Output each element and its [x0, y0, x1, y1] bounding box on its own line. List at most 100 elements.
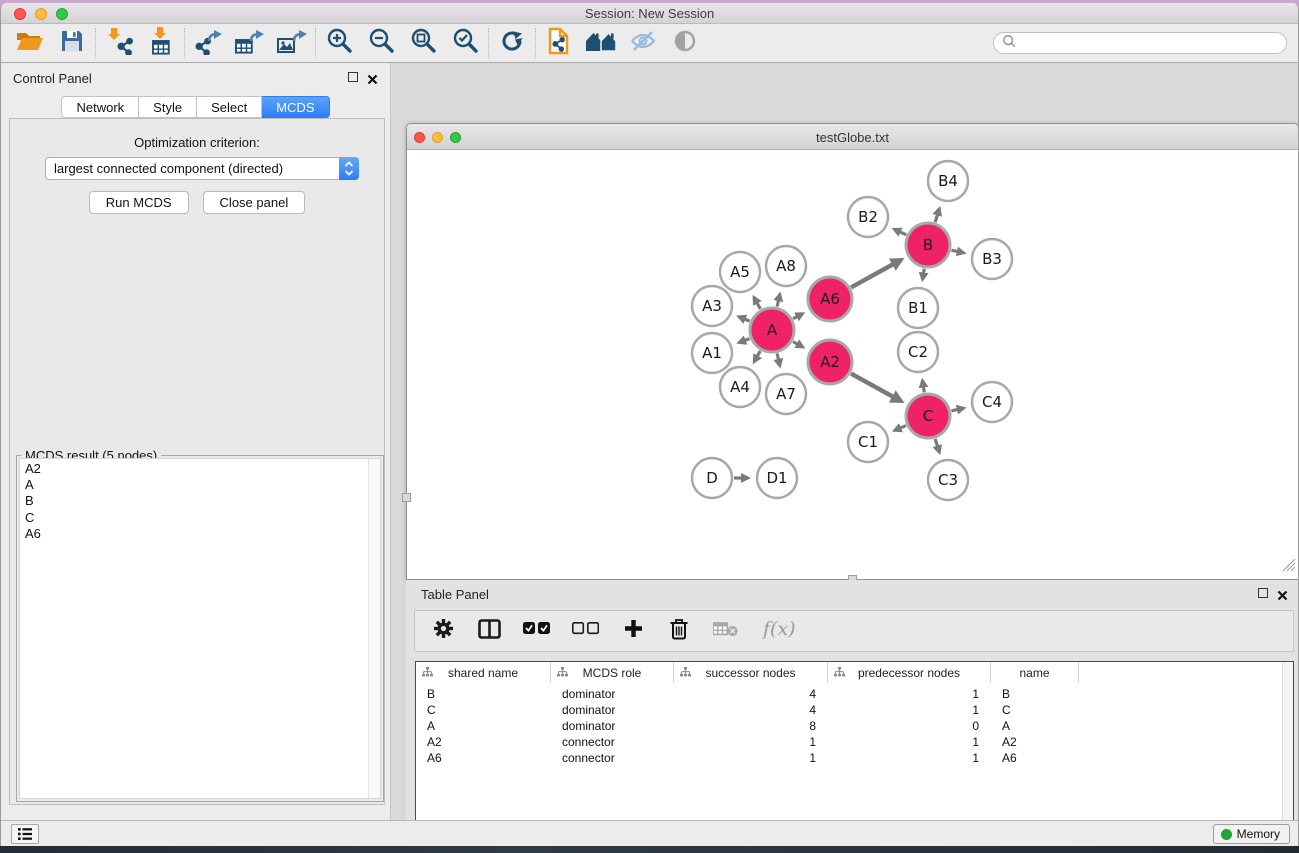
network-canvas[interactable]: B4B2BB3A5A8A6B1A3AA1C2A2A4A7C4CC1C3DD1: [407, 150, 1298, 579]
graph-edge-C-C3[interactable]: [935, 439, 939, 452]
mcds-result-item[interactable]: A: [20, 477, 380, 493]
close-panel-button[interactable]: Close panel: [203, 191, 306, 214]
graph-edge-C-C4[interactable]: [951, 408, 963, 411]
graph-edge-C-C1[interactable]: [895, 426, 906, 431]
graph-edge-A-A1[interactable]: [739, 339, 750, 343]
table-cell[interactable]: C: [427, 702, 550, 718]
memory-button[interactable]: Memory: [1213, 824, 1290, 844]
search-field[interactable]: [993, 32, 1287, 54]
column-header-MCDS-role[interactable]: MCDS role: [551, 662, 674, 683]
mcds-result-item[interactable]: A2: [20, 461, 380, 477]
table-cell[interactable]: A2: [1002, 734, 1078, 750]
graph-edge-A-A3[interactable]: [739, 317, 750, 321]
delete-column-button[interactable]: [667, 616, 691, 646]
graph-edge-A-A8[interactable]: [777, 294, 780, 306]
table-scrollbar[interactable]: [1282, 662, 1293, 846]
zoom-fit-button[interactable]: [402, 26, 444, 60]
graph-edge-C-C2[interactable]: [922, 381, 924, 393]
frame-left-handle[interactable]: [402, 493, 411, 502]
graph-edge-A-A2[interactable]: [793, 342, 803, 347]
zoom-in-button[interactable]: [318, 26, 360, 60]
close-panel-icon[interactable]: [367, 72, 378, 90]
first-neighbors-button[interactable]: [580, 26, 622, 60]
mcds-result-item[interactable]: A6: [20, 526, 380, 542]
table-cell[interactable]: 1: [674, 750, 816, 766]
export-table-icon: [235, 27, 265, 60]
export-network-button[interactable]: [187, 26, 229, 60]
add-column-button[interactable]: [621, 616, 645, 646]
table-cell[interactable]: 8: [674, 718, 816, 734]
table-cell[interactable]: A: [427, 718, 550, 734]
graph-edge-A-A5[interactable]: [754, 297, 760, 309]
tab-style[interactable]: Style: [139, 96, 197, 118]
hide-selected-button[interactable]: [622, 26, 664, 60]
tab-select[interactable]: Select: [197, 96, 262, 118]
export-image-button[interactable]: [271, 26, 313, 60]
table-cell[interactable]: 1: [828, 702, 979, 718]
table-close-panel-icon[interactable]: [1277, 588, 1288, 606]
save-session-button[interactable]: [51, 26, 93, 60]
graph-edge-A2-C[interactable]: [851, 374, 901, 401]
mcds-result-item[interactable]: C: [20, 510, 380, 526]
table-cell[interactable]: 4: [674, 686, 816, 702]
graph-edge-A-A4[interactable]: [754, 351, 760, 362]
graph-edge-A6-B[interactable]: [851, 260, 901, 287]
column-header-name[interactable]: name: [991, 662, 1079, 683]
float-panel-icon[interactable]: [348, 72, 358, 82]
open-file-button[interactable]: [9, 26, 51, 60]
export-image-icon: [277, 27, 307, 60]
show-all-button[interactable]: [664, 26, 706, 60]
graph-edge-B-B2[interactable]: [894, 229, 906, 235]
table-cell[interactable]: 4: [674, 702, 816, 718]
tab-mcds[interactable]: MCDS: [262, 96, 329, 118]
mcds-result-item[interactable]: B: [20, 493, 380, 509]
graph-edge-B-B1[interactable]: [923, 269, 925, 280]
select-all-button[interactable]: [523, 616, 550, 646]
column-header-shared-name[interactable]: shared name: [416, 662, 551, 683]
table-cell[interactable]: connector: [562, 734, 673, 750]
table-float-panel-icon[interactable]: [1258, 588, 1268, 598]
apply-layout-button[interactable]: [491, 26, 533, 60]
task-history-button[interactable]: [11, 824, 39, 844]
search-input[interactable]: [1016, 34, 1286, 52]
table-cell[interactable]: B: [427, 686, 550, 702]
zoom-out-button[interactable]: [360, 26, 402, 60]
graph-edge-B-B3[interactable]: [951, 250, 963, 253]
import-network-button[interactable]: [98, 26, 140, 60]
new-network-from-selection-button[interactable]: [538, 26, 580, 60]
zoom-selected-button[interactable]: [444, 26, 486, 60]
column-header-successor-nodes[interactable]: successor nodes: [674, 662, 828, 683]
mcds-result-list[interactable]: A2ABCA6: [19, 458, 381, 799]
result-scrollbar[interactable]: [368, 459, 380, 798]
export-table-button[interactable]: [229, 26, 271, 60]
table-settings-button[interactable]: [431, 616, 455, 646]
graph-edge-B-B4[interactable]: [935, 209, 939, 222]
import-table-button[interactable]: [140, 26, 182, 60]
table-cell[interactable]: dominator: [562, 686, 673, 702]
table-cell[interactable]: B: [1002, 686, 1078, 702]
table-cell[interactable]: connector: [562, 750, 673, 766]
graph-edge-A-A7[interactable]: [777, 353, 780, 365]
graph-edge-A-A6[interactable]: [793, 314, 802, 319]
table-cell[interactable]: 1: [828, 734, 979, 750]
run-mcds-button[interactable]: Run MCDS: [89, 191, 189, 214]
table-cell[interactable]: 1: [828, 686, 979, 702]
table-cell[interactable]: C: [1002, 702, 1078, 718]
network-graph: B4B2BB3A5A8A6B1A3AA1C2A2A4A7C4CC1C3DD1: [407, 150, 1298, 579]
table-cell[interactable]: A: [1002, 718, 1078, 734]
table-cell[interactable]: A6: [427, 750, 550, 766]
resize-grip-icon[interactable]: [1283, 559, 1296, 577]
tab-network[interactable]: Network: [61, 96, 139, 118]
column-header-predecessor-nodes[interactable]: predecessor nodes: [828, 662, 991, 683]
node-table[interactable]: shared nameMCDS rolesuccessor nodesprede…: [415, 661, 1294, 846]
deselect-all-button[interactable]: [572, 616, 599, 646]
table-cell[interactable]: dominator: [562, 718, 673, 734]
table-cell[interactable]: A6: [1002, 750, 1078, 766]
table-cell[interactable]: dominator: [562, 702, 673, 718]
optimization-criterion-dropdown[interactable]: largest connected component (directed): [45, 157, 359, 180]
table-cell[interactable]: A2: [427, 734, 550, 750]
table-cell[interactable]: 1: [828, 750, 979, 766]
table-cell[interactable]: 1: [674, 734, 816, 750]
table-cell[interactable]: 0: [828, 718, 979, 734]
toggle-columns-button[interactable]: [477, 616, 501, 646]
